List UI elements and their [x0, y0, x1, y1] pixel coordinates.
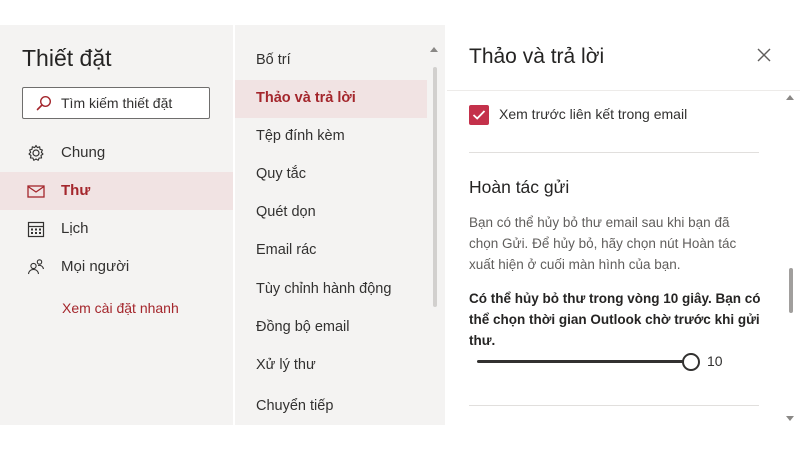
scroll-up-arrow[interactable] — [430, 47, 438, 52]
submenu-label: Tệp đính kèm — [256, 128, 345, 144]
view-quick-settings-link[interactable]: Xem cài đặt nhanh — [62, 300, 179, 316]
gear-icon — [28, 144, 44, 161]
submenu-item-rules[interactable]: Quy tắc — [235, 156, 427, 194]
submenu-item-message-handling[interactable]: Xử lý thư — [235, 347, 427, 385]
submenu-item-customize-actions[interactable]: Tùy chỉnh hành động — [235, 271, 427, 309]
settings-sidebar: Thiết đặt Chung Thư — [0, 25, 233, 425]
submenu-label: Chuyển tiếp — [256, 398, 334, 414]
nav-item-calendar[interactable]: Lịch — [0, 210, 233, 248]
nav-item-mail[interactable]: Thư — [0, 172, 233, 210]
submenu-item-sync-email[interactable]: Đồng bộ email — [235, 309, 427, 347]
link-preview-label: Xem trước liên kết trong email — [499, 106, 688, 122]
undo-send-info: Có thể hủy bỏ thư trong vòng 10 giây. Bạ… — [469, 291, 761, 348]
panel-title: Thảo và trả lời — [469, 45, 605, 68]
calendar-icon — [27, 221, 45, 238]
undo-send-title: Hoàn tác gửi — [469, 177, 570, 197]
submenu-label: Tùy chỉnh hành động — [256, 281, 392, 297]
scroll-down-arrow[interactable] — [786, 416, 794, 421]
submenu-label: Thảo và trả lời — [256, 90, 356, 106]
undo-send-slider-value: 10 — [707, 353, 723, 369]
submenu-item-layout[interactable]: Bố trí — [235, 42, 427, 80]
submenu-label: Quét dọn — [256, 204, 316, 220]
nav-item-people[interactable]: Mọi người — [0, 248, 233, 286]
undo-send-slider-thumb[interactable] — [682, 353, 700, 371]
detail-panel: Thảo và trả lời Xem trước liên kết trong… — [447, 25, 800, 425]
submenu-scrollbar[interactable] — [433, 67, 437, 307]
search-box[interactable] — [22, 87, 210, 119]
settings-title: Thiết đặt — [22, 45, 112, 71]
scroll-up-arrow[interactable] — [786, 95, 794, 100]
undo-send-description: Bạn có thể hủy bỏ thư email sau khi bạn … — [469, 215, 737, 272]
submenu-item-junk-email[interactable]: Email rác — [235, 232, 427, 270]
undo-send-slider-track[interactable] — [477, 360, 687, 363]
submenu-item-attachments[interactable]: Tệp đính kèm — [235, 118, 427, 156]
submenu-label: Đồng bộ email — [256, 319, 350, 335]
nav-label-people: Mọi người — [61, 258, 130, 275]
nav-label-general: Chung — [61, 144, 106, 161]
header-divider — [447, 90, 800, 91]
submenu-item-sweep[interactable]: Quét dọn — [235, 194, 427, 232]
nav-label-calendar: Lịch — [61, 220, 89, 237]
settings-dialog: Thiết đặt Chung Thư — [0, 0, 800, 450]
checkmark-icon — [472, 110, 486, 120]
submenu-item-forwarding[interactable]: Chuyển tiếp — [235, 388, 427, 425]
mail-submenu: Bố trí Thảo và trả lời Tệp đính kèm Quy … — [235, 25, 445, 425]
nav-label-mail: Thư — [61, 182, 91, 199]
link-preview-checkbox[interactable] — [469, 105, 489, 125]
mail-icon — [27, 185, 45, 198]
search-input[interactable] — [61, 88, 205, 118]
panel-scrollbar[interactable] — [789, 268, 793, 313]
nav-item-general[interactable]: Chung — [0, 134, 233, 172]
submenu-label: Email rác — [256, 242, 317, 258]
submenu-label: Quy tắc — [256, 166, 306, 182]
search-icon — [36, 95, 52, 111]
submenu-label: Xử lý thư — [256, 357, 316, 373]
submenu-label: Bố trí — [256, 52, 291, 68]
section-divider — [469, 152, 759, 153]
close-icon[interactable] — [755, 46, 773, 64]
section-divider — [469, 405, 759, 406]
people-icon — [27, 259, 45, 275]
submenu-item-compose-reply[interactable]: Thảo và trả lời — [235, 80, 427, 118]
